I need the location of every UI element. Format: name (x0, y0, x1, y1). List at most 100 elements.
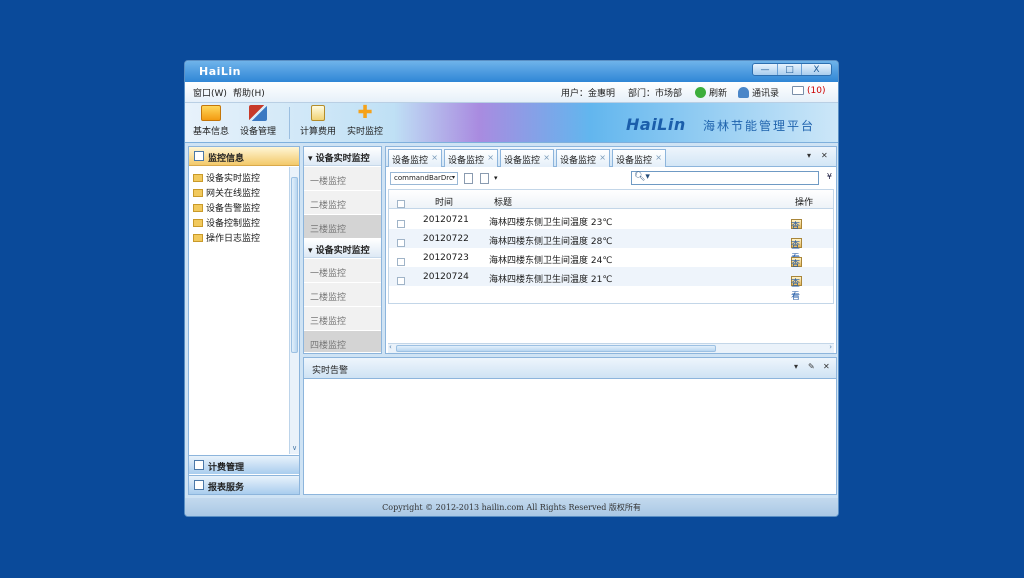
table-row[interactable]: 20120722 海林四楼东侧卫生间温度 28℃ 查看 (389, 229, 833, 264)
scrollbar-thumb[interactable] (396, 345, 716, 352)
realtime-alarm-panel: 实时告警 ▾ ✎ ✕ (303, 357, 837, 495)
device-management-button[interactable]: 设备管理 (238, 105, 278, 141)
refresh-button[interactable]: 刷新 (695, 86, 727, 99)
row-time: 20120724 (423, 272, 469, 282)
footer: Copyright © 2012-2013 hailin.com All Rig… (185, 498, 838, 516)
messages-count: (10) (807, 86, 826, 96)
close-icon[interactable]: × (599, 153, 606, 162)
close-icon[interactable]: × (431, 153, 438, 162)
tree-item[interactable]: 设备实时监控 (193, 172, 260, 187)
list-icon (194, 151, 204, 161)
group-item-floor-3[interactable]: 三楼监控 (304, 215, 381, 239)
monitor-group-panel: ▾ 设备实时监控 一楼监控 二楼监控 三楼监控 ▾ 设备实时监控 一楼监控 二楼… (303, 146, 382, 354)
tree-item[interactable]: 设备告警监控 (193, 202, 260, 217)
folder-icon (193, 204, 203, 212)
tree-item[interactable]: 设备控制监控 (193, 217, 260, 232)
chevron-down-icon: ▾ (451, 174, 455, 181)
copy-document-icon[interactable] (480, 173, 489, 184)
table-row[interactable]: 20120721 海林四楼东侧卫生间温度 23℃ 查看 (389, 210, 833, 245)
menu-window[interactable]: 窗口(W) (193, 86, 227, 99)
row-title: 海林四楼东侧卫生间温度 21℃ (489, 275, 613, 285)
tree-item[interactable]: 网关在线监控 (193, 187, 260, 202)
monitor-grid: 时间 标题 操作 20120721 海林四楼东侧卫生间温度 23℃ 查看 201… (388, 189, 834, 304)
monitor-tree: 设备实时监控 网关在线监控 设备告警监控 设备控制监控 操作日志监控 (193, 172, 260, 247)
toolbar-separator (289, 107, 290, 139)
tab-menu-icon[interactable]: ▾ (807, 151, 811, 160)
realtime-monitor-button[interactable]: ✚ 实时监控 (345, 102, 385, 141)
search-input[interactable] (652, 173, 812, 183)
group-item-floor-1[interactable]: 一楼监控 (304, 167, 381, 191)
horizontal-scrollbar[interactable]: ‹ › (388, 343, 834, 353)
close-icon[interactable]: × (487, 153, 494, 162)
group-item-floor-3[interactable]: 三楼监控 (304, 307, 381, 331)
search-box[interactable]: 🔍︎▾ (631, 171, 819, 185)
command-select[interactable]: commandBarDrc ▾ (390, 172, 458, 185)
scroll-down-icon[interactable]: ∨ (290, 444, 299, 454)
grid-header: 时间 标题 操作 (389, 190, 833, 209)
contacts-icon (738, 87, 749, 98)
alarm-panel-header: 实时告警 ▾ ✎ ✕ (304, 358, 836, 379)
alarm-panel-title: 实时告警 (312, 366, 349, 376)
brand-logo: HaiLin (626, 115, 686, 134)
department-info: 部门：市场部 (628, 89, 683, 99)
tab-device-monitor[interactable]: 设备监控 × (388, 149, 442, 167)
maximize-button[interactable]: □ (777, 64, 801, 75)
close-icon[interactable]: × (543, 153, 550, 162)
basic-info-button[interactable]: 基本信息 (191, 105, 231, 141)
minimize-button[interactable]: — (753, 64, 777, 75)
scrollbar-thumb[interactable] (291, 177, 298, 353)
close-panel-icon[interactable]: ✕ (823, 362, 830, 371)
app-title: HaiLin (199, 65, 242, 78)
folder-icon (193, 174, 203, 182)
new-document-icon[interactable] (464, 173, 473, 184)
window-controls: — □ X (752, 63, 832, 76)
close-button[interactable]: X (801, 64, 831, 75)
accordion-monitor-info[interactable]: 监控信息 (189, 147, 299, 166)
pin-icon[interactable]: ✎ (808, 362, 815, 371)
folder-icon (201, 105, 221, 121)
table-row[interactable]: 20120724 海林四楼东侧卫生间温度 21℃ 查看 (389, 267, 833, 302)
tree-item[interactable]: 操作日志监控 (193, 232, 260, 247)
accordion-reports[interactable]: 报表服务 (189, 475, 299, 494)
group-header[interactable]: ▾ 设备实时监控 (304, 239, 381, 258)
tab-device-monitor[interactable]: 设备监控 × (500, 149, 554, 167)
panel-menu-icon[interactable]: ▾ (794, 362, 798, 371)
messages-button[interactable]: (10) (792, 86, 825, 96)
group-item-floor-4[interactable]: 四楼监控 (304, 331, 381, 353)
list-icon (194, 480, 204, 490)
table-row[interactable]: 20120723 海林四楼东侧卫生间温度 24℃ 查看 (389, 248, 833, 283)
group-header[interactable]: ▾ 设备实时监控 (304, 147, 381, 166)
group-item-floor-2[interactable]: 二楼监控 (304, 191, 381, 215)
row-title: 海林四楼东侧卫生间温度 28℃ (489, 237, 613, 247)
folder-icon (193, 189, 203, 197)
mail-icon (792, 86, 804, 95)
contacts-button[interactable]: 通讯录 (738, 86, 779, 99)
group-item-floor-1[interactable]: 一楼监控 (304, 259, 381, 283)
accordion-billing[interactable]: 计费管理 (189, 455, 299, 474)
close-panel-icon[interactable]: ✕ (821, 151, 828, 160)
row-time: 20120722 (423, 234, 469, 244)
plus-icon: ✚ (357, 102, 373, 123)
calculate-fees-button[interactable]: 计算费用 (298, 105, 338, 141)
column-time[interactable]: 时间 (435, 195, 453, 208)
command-bar: commandBarDrc ▾ ▾ 🔍︎▾ ¥ (388, 170, 834, 188)
column-title[interactable]: 标题 (494, 195, 512, 208)
left-panel-scrollbar[interactable]: ∨ (289, 167, 299, 454)
row-time: 20120721 (423, 215, 469, 225)
menu-help[interactable]: 帮助(H) (233, 86, 265, 99)
group-item-floor-2[interactable]: 二楼监控 (304, 283, 381, 307)
search-icon: 🔍︎▾ (634, 172, 650, 182)
close-icon[interactable]: × (655, 153, 662, 162)
tab-device-monitor[interactable]: 设备监控 × (612, 149, 666, 167)
title-bar[interactable]: HaiLin — □ X (185, 61, 838, 82)
brand-name: 海林节能管理平台 (703, 119, 816, 133)
folder-icon (193, 219, 203, 227)
chevron-down-icon[interactable]: ▾ (494, 173, 500, 184)
folder-icon (193, 234, 203, 242)
scroll-right-icon[interactable]: › (829, 343, 832, 351)
expand-icon[interactable]: ¥ (827, 172, 832, 181)
tab-device-monitor[interactable]: 设备监控 × (444, 149, 498, 167)
column-action[interactable]: 操作 (795, 195, 813, 208)
scroll-left-icon[interactable]: ‹ (389, 343, 392, 351)
tab-device-monitor[interactable]: 设备监控 × (556, 149, 610, 167)
